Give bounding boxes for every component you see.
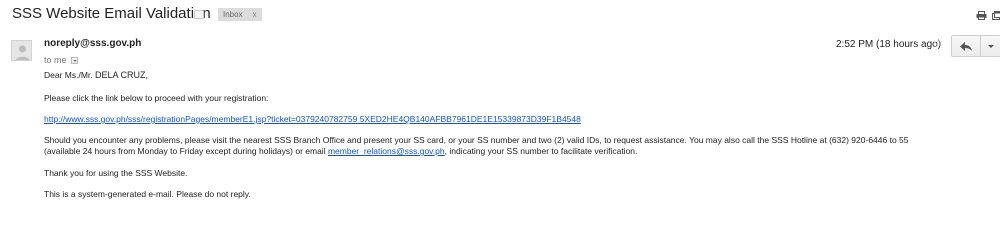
new-window-icon[interactable] [992,11,1000,20]
more-actions-button[interactable] [981,35,1000,57]
greeting: Dear Ms./Mr. DELA CRUZ, [44,70,148,81]
greeting-prefix: Dear Ms./Mr. [44,70,96,80]
star-icon[interactable]: ☆ [933,37,944,49]
recipient-name: DELA CRUZ, [95,70,149,80]
print-icon[interactable] [976,11,987,20]
reply-button-group [951,35,1000,57]
avatar-icon [11,40,32,61]
label-folder-icon[interactable] [194,10,204,19]
assistance-paragraph-line2: (available 24 hours from Monday to Frida… [44,146,637,157]
assistance-paragraph-line1: Should you encounter any problems, pleas… [44,135,909,145]
assistance-text-suffix: , indicating your SS number to facilitat… [444,146,638,156]
sender-email[interactable]: noreply@sss.gov.ph [44,38,141,49]
chevron-down-icon [987,44,994,48]
show-details-icon[interactable] [70,56,78,64]
registration-link[interactable]: http://www.sss.gov.ph/sss/registrationPa… [44,114,581,125]
subject-bar: SSS Website Email Validation Inbox x [0,0,1000,30]
inbox-label-chip[interactable]: Inbox x [218,8,262,21]
message-timestamp: 2:52 PM (18 hours ago) [836,39,942,50]
recipient-text: to me [44,55,67,65]
inbox-label-text[interactable]: Inbox [223,8,243,21]
email-subject: SSS Website Email Validation [12,5,211,22]
remove-label-button[interactable]: x [253,8,257,21]
footer-text: This is a system-generated e-mail. Pleas… [44,189,251,199]
instruction-text: Please click the link below to proceed w… [44,93,269,103]
recipient-line[interactable]: to me [44,55,78,65]
thanks-text: Thank you for using the SSS Website. [44,168,188,178]
reply-button[interactable] [951,35,981,57]
support-email-link[interactable]: member_relations@sss.gov.ph [328,146,445,156]
reply-arrow-icon [960,41,972,51]
assistance-text-prefix: (available 24 hours from Monday to Frida… [44,146,328,156]
